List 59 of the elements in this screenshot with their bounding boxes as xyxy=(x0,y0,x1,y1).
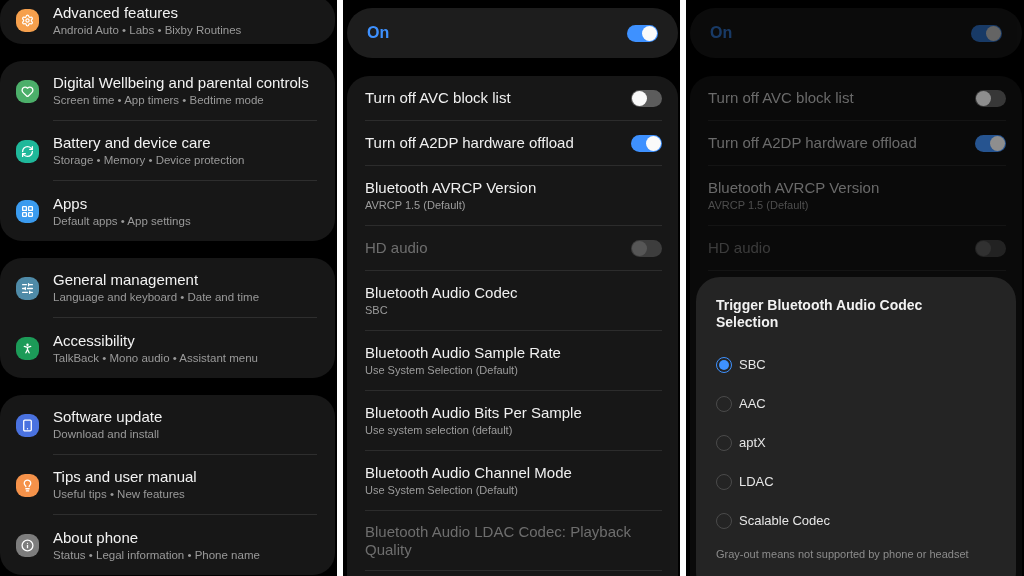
setting-value: AVRCP 1.5 (Default) xyxy=(708,197,810,213)
menu-item-title[interactable]: Tips and user manual xyxy=(53,467,317,486)
setting-title[interactable]: Bluetooth AVRCP Version xyxy=(365,178,537,197)
option-label[interactable]: aptX xyxy=(739,435,766,450)
menu-item-subtitle: Status • Legal information • Phone name xyxy=(53,547,261,563)
menu-item-subtitle: Default apps • App settings xyxy=(53,213,192,229)
person-icon[interactable] xyxy=(16,336,39,360)
menu-item-subtitle: Screen time • App timers • Bedtime mode xyxy=(53,93,265,108)
menu-item-subtitle: Download and install xyxy=(53,427,161,442)
setting-title[interactable]: Bluetooth Audio Bits Per Sample xyxy=(365,403,582,422)
option-label[interactable]: Scalable Codec xyxy=(739,513,831,528)
menu-item-subtitle: Language and keyboard • Date and time xyxy=(53,290,261,305)
setting-title[interactable]: Bluetooth Audio Channel Mode xyxy=(365,463,572,482)
menu-item-subtitle: Android Auto • Labs • Bixby Routines xyxy=(53,22,243,38)
setting-value: Use system selection (default) xyxy=(365,422,514,438)
dialog-note: Gray-out means not supported by phone or headset xyxy=(716,548,970,560)
setting-value: Use System Selection (Default) xyxy=(365,482,519,498)
setting-title[interactable]: Turn off A2DP hardware offload xyxy=(365,134,574,152)
setting-title[interactable]: Turn off A2DP hardware offload xyxy=(708,134,917,152)
option-label[interactable]: AAC xyxy=(739,396,766,411)
dialog-title: Trigger Bluetooth Audio Codec Selection xyxy=(716,297,924,331)
menu-item-title[interactable]: About phone xyxy=(53,527,317,547)
setting-value: SBC xyxy=(365,302,389,318)
lightbulb-icon[interactable] xyxy=(16,473,39,497)
menu-item-title[interactable]: Accessibility xyxy=(53,330,317,350)
menu-item-title[interactable]: Digital Wellbeing and parental controls xyxy=(53,73,317,92)
master-switch-card[interactable]: On xyxy=(347,8,678,58)
setting-value: Use System Selection (Default) xyxy=(365,362,519,378)
toggle-switch[interactable] xyxy=(975,89,1006,107)
master-switch[interactable] xyxy=(627,24,658,42)
refresh-icon[interactable] xyxy=(16,139,39,163)
menu-item-subtitle: Useful tips • New features xyxy=(53,487,186,502)
setting-value: AVRCP 1.5 (Default) xyxy=(365,197,467,213)
option-label[interactable]: SBC xyxy=(739,357,766,372)
master-switch-label: On xyxy=(710,24,733,42)
toggle-switch[interactable] xyxy=(631,89,662,107)
menu-item-title[interactable]: General management xyxy=(53,270,317,289)
info-icon[interactable] xyxy=(16,533,39,557)
heart-icon[interactable] xyxy=(16,79,39,103)
menu-item-subtitle: Storage • Memory • Device protection xyxy=(53,153,246,168)
gear-icon[interactable] xyxy=(16,8,39,32)
menu-item-subtitle: TalkBack • Mono audio • Assistant menu xyxy=(53,350,259,366)
option-label[interactable]: LDAC xyxy=(739,474,774,489)
setting-title[interactable]: Bluetooth AVRCP Version xyxy=(708,178,880,197)
setting-title[interactable]: Bluetooth Audio Codec xyxy=(365,283,518,302)
menu-item-title[interactable]: Software update xyxy=(53,407,317,426)
menu-item-title[interactable]: Battery and device care xyxy=(53,133,317,152)
master-switch[interactable] xyxy=(971,24,1002,42)
menu-item-title[interactable]: Advanced features xyxy=(53,2,317,22)
toggle-switch[interactable] xyxy=(975,134,1006,152)
setting-title[interactable]: Turn off AVC block list xyxy=(708,89,854,107)
phone-icon[interactable] xyxy=(16,413,39,437)
master-switch-label: On xyxy=(367,24,390,42)
toggle-switch[interactable] xyxy=(631,134,662,152)
setting-title[interactable]: Bluetooth Audio Sample Rate xyxy=(365,343,561,362)
grid-icon[interactable] xyxy=(16,199,39,223)
setting-title[interactable]: Turn off AVC block list xyxy=(365,89,511,107)
menu-item-title[interactable]: Apps xyxy=(53,193,317,213)
sliders-icon[interactable] xyxy=(16,276,39,300)
